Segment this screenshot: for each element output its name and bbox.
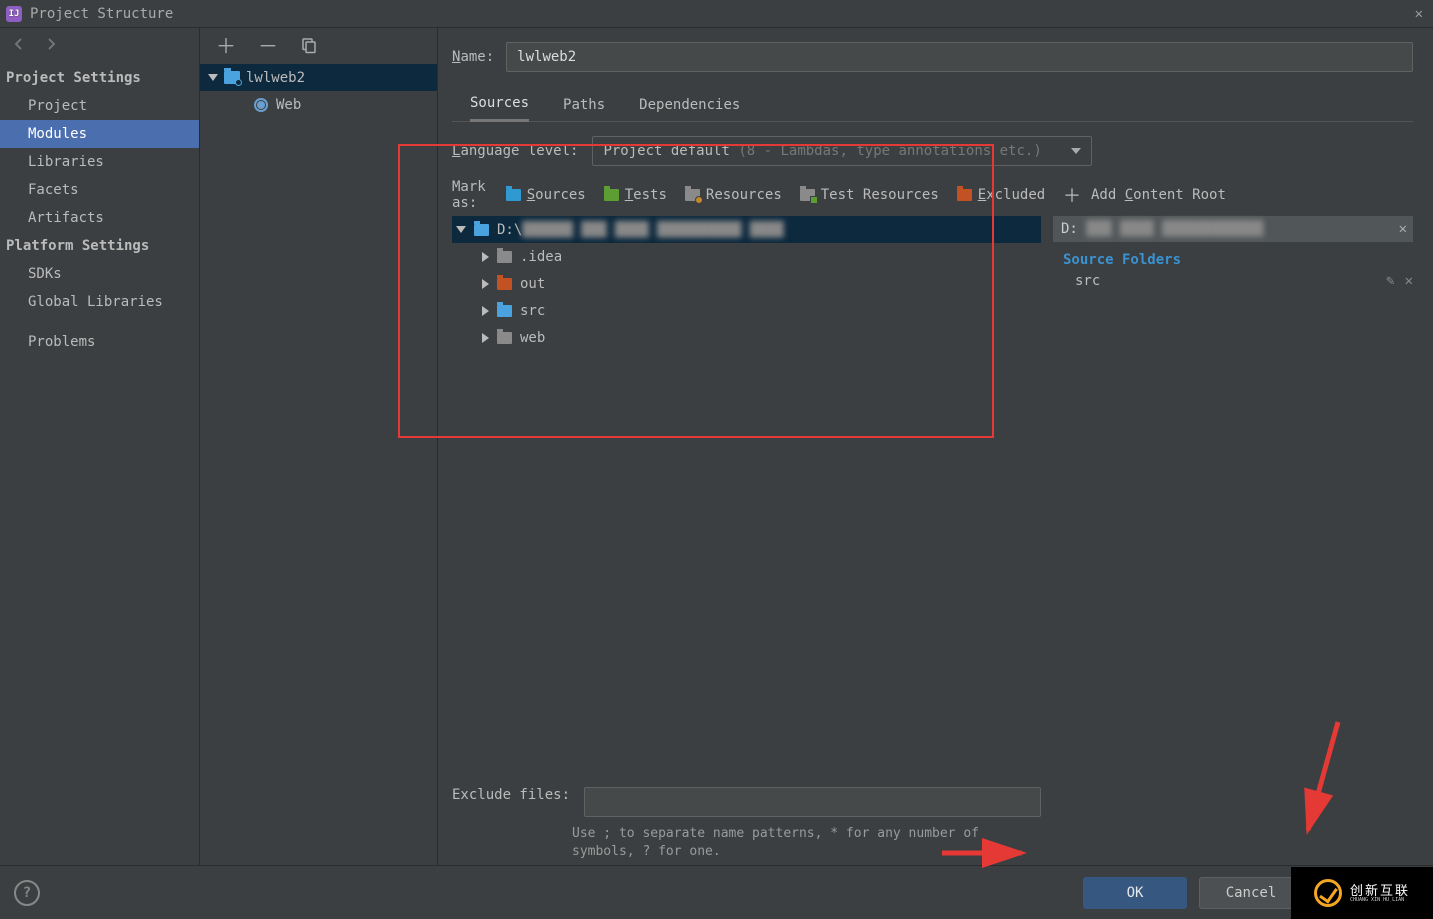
remove-icon[interactable]: ✕: [1405, 273, 1413, 289]
chevron-down-icon: [1071, 148, 1081, 154]
folder-icon: [604, 189, 619, 201]
folder-icon: [497, 251, 512, 263]
folder-icon: [497, 332, 512, 344]
tree-root-row[interactable]: D:\██████ ███ ████ ██████████ ████: [452, 216, 1041, 243]
tree-label: out: [520, 276, 545, 292]
expand-icon[interactable]: [208, 74, 218, 81]
exclude-hint: Use ; to separate name patterns, * for a…: [452, 817, 1041, 865]
ok-button[interactable]: OK: [1083, 877, 1187, 909]
lang-level-value: Project default: [603, 143, 729, 159]
module-folder-icon: [224, 71, 240, 84]
tree-row-web[interactable]: web: [452, 324, 1041, 351]
folder-icon: [506, 189, 521, 201]
module-remove-icon[interactable]: －: [258, 36, 278, 56]
module-facet-web[interactable]: Web: [200, 91, 437, 118]
module-facet-label: Web: [276, 97, 301, 113]
remove-root-icon[interactable]: ✕: [1399, 221, 1407, 237]
exclude-files-input[interactable]: [584, 787, 1041, 817]
back-icon[interactable]: [10, 35, 28, 57]
expand-icon[interactable]: [482, 306, 489, 316]
content-root-path: D: ███ ████ ████████████: [1061, 221, 1263, 237]
nav-libraries[interactable]: Libraries: [0, 148, 199, 176]
mark-resources[interactable]: Resources: [685, 187, 782, 203]
module-editor: NName:ame: Sources Paths Dependencies La…: [438, 28, 1433, 865]
tree-row-out[interactable]: out: [452, 270, 1041, 297]
module-name-input[interactable]: [506, 42, 1413, 72]
left-nav: Project Settings Project Modules Librari…: [0, 28, 200, 865]
tree-label: web: [520, 330, 545, 346]
lang-level-label: Language level:: [452, 143, 578, 159]
source-folder-name: src: [1075, 273, 1100, 289]
window-close-icon[interactable]: ✕: [1411, 6, 1427, 22]
nav-history: [0, 28, 199, 64]
nav-project[interactable]: Project: [0, 92, 199, 120]
mark-sources[interactable]: Sources: [506, 187, 586, 203]
nav-artifacts[interactable]: Artifacts: [0, 204, 199, 232]
mark-as-label: Mark as:: [452, 179, 486, 211]
tree-label: src: [520, 303, 545, 319]
folder-icon: [474, 224, 489, 236]
help-button[interactable]: ?: [14, 880, 40, 906]
mark-excluded[interactable]: Excluded: [957, 187, 1045, 203]
tree-label: .idea: [520, 249, 562, 265]
add-content-root[interactable]: ＋ Add Content Root: [1053, 180, 1413, 210]
exclude-files-label: Exclude files:: [452, 787, 570, 803]
folder-icon: [497, 305, 512, 317]
mark-as-toolbar: Mark as: Sources Tests Resources Test Re…: [452, 180, 1041, 210]
expand-icon[interactable]: [456, 226, 466, 233]
folder-icon: [685, 189, 700, 201]
title-bar: IJ Project Structure ✕: [0, 0, 1433, 28]
web-icon: [254, 98, 268, 112]
expand-icon[interactable]: [482, 252, 489, 262]
module-copy-icon[interactable]: [300, 36, 318, 57]
tree-row-src[interactable]: src: [452, 297, 1041, 324]
lang-level-hint: (8 - Lambdas, type annotations etc.): [738, 143, 1041, 159]
tab-paths[interactable]: Paths: [563, 97, 605, 121]
mark-test-resources[interactable]: Test Resources: [800, 187, 939, 203]
content-root-tree[interactable]: D:\██████ ███ ████ ██████████ ████ .idea…: [452, 216, 1041, 775]
folder-icon: [497, 278, 512, 290]
plus-icon: ＋: [1063, 182, 1081, 208]
lang-level-combo[interactable]: Project default (8 - Lambdas, type annot…: [592, 136, 1092, 166]
app-icon: IJ: [6, 6, 22, 22]
dialog-footer: ? OK Cancel Apply: [0, 865, 1433, 919]
nav-sdks[interactable]: SDKs: [0, 260, 199, 288]
source-folder-item[interactable]: src ✎ ✕: [1053, 270, 1413, 292]
module-root[interactable]: lwlweb2: [200, 64, 437, 91]
name-label: NName:ame:: [452, 49, 494, 65]
expand-icon[interactable]: [482, 279, 489, 289]
mark-tests[interactable]: Tests: [604, 187, 667, 203]
module-tree: ＋ － lwlweb2 Web: [200, 28, 438, 865]
nav-facets[interactable]: Facets: [0, 176, 199, 204]
nav-problems[interactable]: Problems: [0, 328, 199, 356]
edit-icon[interactable]: ✎: [1386, 273, 1394, 289]
folder-icon: [800, 189, 815, 201]
nav-modules[interactable]: Modules: [0, 120, 199, 148]
tab-dependencies[interactable]: Dependencies: [639, 97, 740, 121]
tree-root-path: D:\██████ ███ ████ ██████████ ████: [497, 222, 784, 238]
apply-button[interactable]: Apply: [1315, 877, 1419, 909]
cancel-button[interactable]: Cancel: [1199, 877, 1303, 909]
nav-global-libraries[interactable]: Global Libraries: [0, 288, 199, 316]
window-title: Project Structure: [30, 6, 173, 22]
content-root-entry[interactable]: D: ███ ████ ████████████ ✕: [1053, 216, 1413, 242]
expand-icon[interactable]: [482, 333, 489, 343]
source-folders-header: Source Folders: [1053, 242, 1413, 270]
module-root-label: lwlweb2: [246, 70, 305, 86]
section-project-settings: Project Settings: [0, 64, 199, 92]
folder-icon: [957, 189, 972, 201]
tree-row-idea[interactable]: .idea: [452, 243, 1041, 270]
tab-sources[interactable]: Sources: [470, 95, 529, 122]
module-tabs: Sources Paths Dependencies: [452, 90, 1413, 122]
forward-icon[interactable]: [42, 35, 60, 57]
module-add-icon[interactable]: ＋: [216, 36, 236, 56]
section-platform-settings: Platform Settings: [0, 232, 199, 260]
